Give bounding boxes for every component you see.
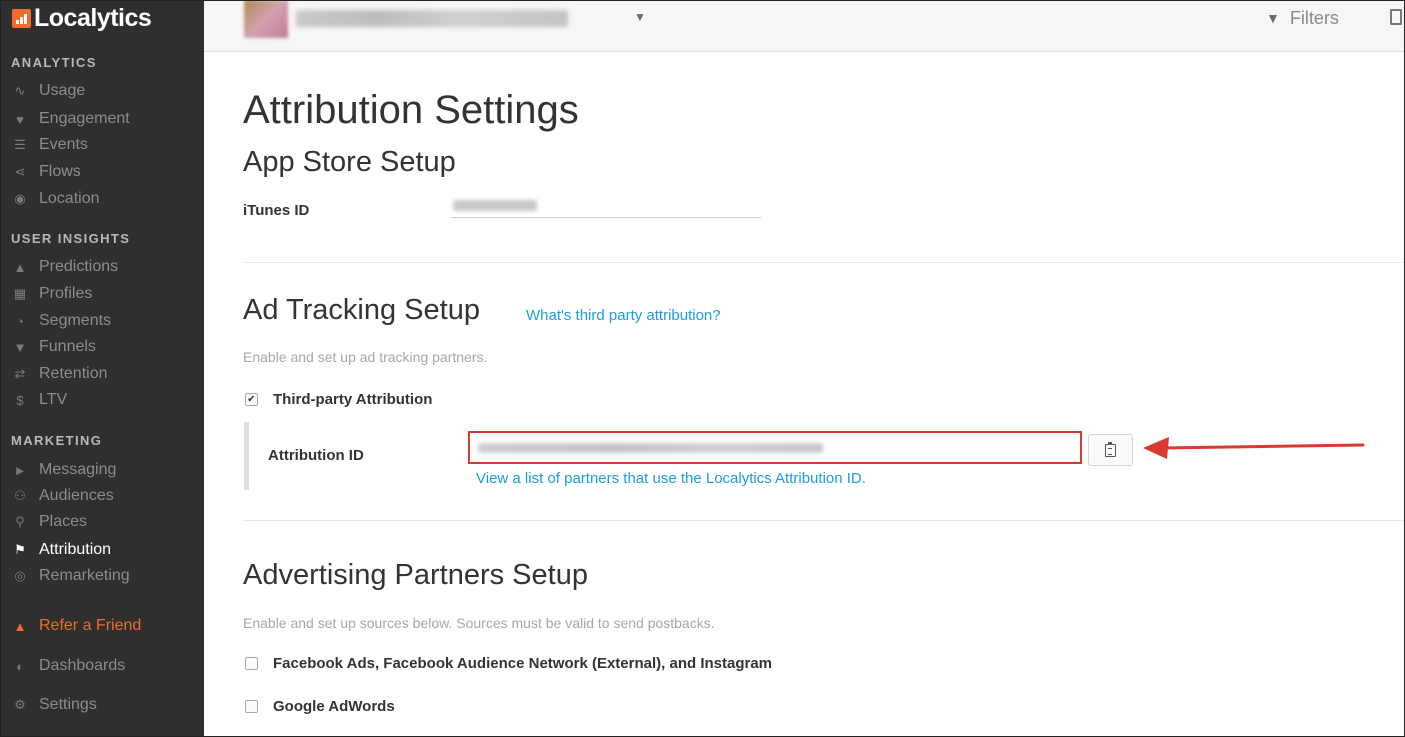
main-content: Attribution Settings App Store Setup iTu…: [204, 52, 1405, 737]
nested-settings-bar: [244, 422, 249, 490]
tag-icon: ⚑: [14, 542, 26, 557]
globe-icon: ◉: [14, 191, 26, 206]
copy-attribution-id-button[interactable]: [1088, 434, 1133, 466]
gauge-icon: ◐: [16, 658, 24, 674]
filters-button[interactable]: ▼ Filters: [1266, 6, 1339, 30]
third-party-attribution-help-link[interactable]: What's third party attribution?: [526, 307, 721, 324]
sidebar-item-attribution[interactable]: ⚑ Attribution: [11, 539, 111, 561]
sidebar-item-funnels[interactable]: ▼ Funnels: [11, 336, 96, 358]
google-adwords-checkbox[interactable]: [245, 700, 258, 713]
gear-icon: ⚙: [14, 697, 26, 712]
sidebar-item-remarketing[interactable]: ◎ Remarketing: [11, 565, 129, 587]
profile-card-icon: ▦: [13, 286, 27, 301]
sidebar-item-messaging[interactable]: ► Messaging: [11, 459, 117, 481]
attribution-id-value-redacted: [478, 443, 823, 453]
itunes-id-value-redacted: [453, 200, 537, 211]
itunes-id-label: iTunes ID: [243, 202, 310, 219]
app-selector-name-redacted[interactable]: [296, 10, 568, 27]
sidebar-item-audiences[interactable]: ⚇ Audiences: [11, 485, 114, 507]
dollar-icon: $: [16, 392, 24, 408]
section-heading-user-insights: USER INSIGHTS: [11, 231, 131, 246]
map-pin-icon: ⚲: [15, 514, 25, 529]
top-bar: ▼ ▼ Filters: [204, 0, 1405, 52]
pie-icon: ◔: [16, 313, 24, 329]
thumbs-up-icon: ▲: [13, 618, 27, 634]
sidebar-item-profiles[interactable]: ▦ Profiles: [11, 283, 93, 305]
ad-tracking-description: Enable and set up ad tracking partners.: [243, 349, 488, 365]
ad-tracking-setup-heading: Ad Tracking Setup: [243, 294, 480, 326]
third-party-attribution-label: Third-party Attribution: [273, 391, 433, 408]
attribution-partners-link[interactable]: View a list of partners that use the Loc…: [476, 470, 866, 487]
sidebar-item-segments[interactable]: ◔ Segments: [11, 310, 111, 332]
sidebar-item-retention[interactable]: ⇄ Retention: [11, 363, 108, 385]
section-heading-analytics: ANALYTICS: [11, 55, 97, 70]
funnel-icon: ▼: [13, 339, 27, 355]
users-icon: ⚇: [14, 488, 26, 503]
annotation-arrow-icon: [1143, 437, 1365, 459]
brand-logo[interactable]: Localytics: [12, 3, 152, 32]
heart-icon: ♥: [16, 111, 24, 127]
sidebar-item-engagement[interactable]: ♥ Engagement: [11, 108, 130, 130]
sidebar: Localytics ANALYTICS ∿ Usage ♥ Engagement …: [0, 0, 204, 737]
sidebar-item-usage[interactable]: ∿ Usage: [11, 80, 86, 102]
attribution-id-field-highlighted[interactable]: [468, 431, 1082, 464]
sidebar-item-flows[interactable]: ⋖ Flows: [11, 161, 81, 183]
brand-name: Localytics: [34, 3, 152, 32]
chevron-down-icon[interactable]: ▼: [634, 10, 646, 24]
target-icon: ◎: [14, 568, 26, 583]
flows-icon: ⋖: [14, 164, 26, 179]
clipboard-icon: [1105, 441, 1116, 457]
sidebar-item-settings[interactable]: ⚙ Settings: [11, 694, 97, 716]
repeat-icon: ⇄: [14, 366, 26, 381]
megaphone-icon: ►: [13, 462, 27, 478]
flask-icon: ▲: [13, 259, 27, 275]
sidebar-item-refer-a-friend[interactable]: ▲ Refer a Friend: [11, 615, 142, 637]
app-store-setup-heading: App Store Setup: [243, 146, 456, 178]
sidebar-item-dashboards[interactable]: ◐ Dashboards: [11, 655, 125, 677]
sidebar-item-places[interactable]: ⚲ Places: [11, 511, 87, 533]
section-divider: [243, 262, 1405, 263]
sidebar-item-ltv[interactable]: $ LTV: [11, 389, 67, 411]
facebook-ads-checkbox[interactable]: [245, 657, 258, 670]
section-divider: [243, 520, 1405, 521]
third-party-attribution-checkbox[interactable]: ✔: [245, 393, 258, 406]
itunes-id-input[interactable]: [451, 196, 761, 218]
page-title: Attribution Settings: [243, 88, 579, 132]
advertising-partners-setup-heading: Advertising Partners Setup: [243, 559, 588, 591]
sidebar-item-predictions[interactable]: ▲ Predictions: [11, 256, 119, 278]
section-heading-marketing: MARKETING: [11, 433, 103, 448]
sidebar-item-events[interactable]: ☰ Events: [11, 134, 88, 156]
attribution-id-label: Attribution ID: [268, 447, 364, 464]
localytics-logo-icon: [12, 8, 31, 28]
funnel-icon: ▼: [1266, 10, 1280, 26]
sidebar-item-location[interactable]: ◉ Location: [11, 188, 99, 210]
advertising-description: Enable and set up sources below. Sources…: [243, 615, 715, 631]
facebook-ads-label: Facebook Ads, Facebook Audience Network …: [273, 655, 773, 672]
calendar-icon[interactable]: [1390, 9, 1402, 25]
app-avatar[interactable]: [244, 0, 288, 38]
list-icon: ☰: [14, 137, 26, 152]
google-adwords-label: Google AdWords: [273, 698, 395, 715]
check-icon: ✔: [247, 393, 256, 405]
pulse-icon: ∿: [14, 83, 26, 98]
